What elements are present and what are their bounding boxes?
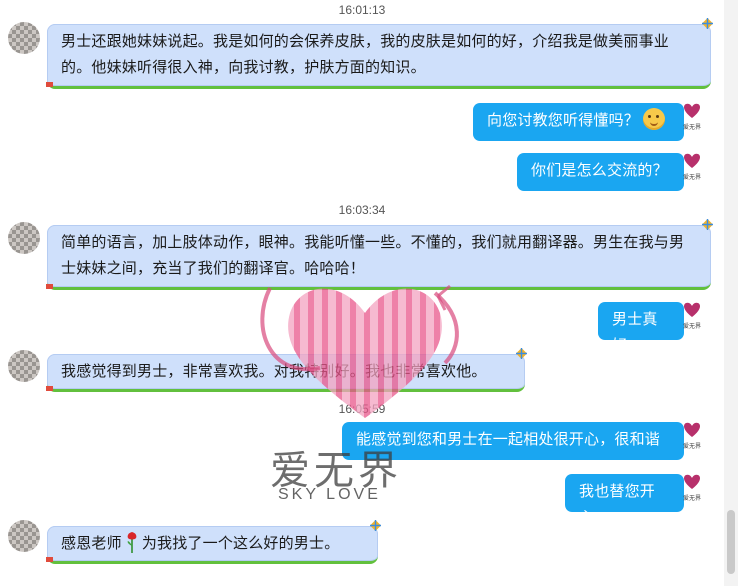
outgoing-message: 我也替您开心 xyxy=(565,474,684,526)
user-avatar[interactable]: 爱无界 xyxy=(680,102,704,132)
kite-icon xyxy=(702,219,713,230)
user-avatar[interactable]: 爱无界 xyxy=(680,473,704,503)
scrollbar-thumb[interactable] xyxy=(727,510,735,574)
incoming-message: 我感觉得到男士，非常喜欢我。对我特别好。我也非常喜欢他。 xyxy=(47,354,525,392)
vertical-scrollbar[interactable] xyxy=(724,0,738,586)
contact-avatar[interactable] xyxy=(8,520,40,552)
kite-icon xyxy=(516,348,527,359)
outgoing-message: 男士真好 xyxy=(598,302,684,354)
message-text: 我感觉得到男士，非常喜欢我。对我特别好。我也非常喜欢他。 xyxy=(61,362,487,380)
user-avatar[interactable]: 爱无界 xyxy=(680,301,704,331)
message-text: 简单的语言，加上肢体动作，眼神。我能听懂一些。不懂的，我们就用翻译器。男生在我与… xyxy=(61,233,685,277)
corner-mark xyxy=(46,284,53,289)
message-text: 为我找了一个这么好的男士。 xyxy=(141,534,340,552)
corner-mark xyxy=(46,82,53,87)
timestamp: 16:01:13 xyxy=(338,3,386,17)
contact-avatar[interactable] xyxy=(8,222,40,254)
timestamp: 16:03:34 xyxy=(338,203,386,217)
message-text: 感恩老师 xyxy=(61,534,122,552)
message-text: 男士还跟她妹妹说起。我是如何的会保养皮肤，我的皮肤是如何的好，介绍我是做美丽事业… xyxy=(61,32,670,76)
message-text: 男士真好 xyxy=(612,310,658,354)
chat-history: 16:01:13 男士还跟她妹妹说起。我是如何的会保养皮肤，我的皮肤是如何的好，… xyxy=(0,0,724,586)
svg-text:爱无界: 爱无界 xyxy=(683,173,701,181)
svg-text:爱无界: 爱无界 xyxy=(683,442,701,450)
kite-icon xyxy=(702,18,713,29)
svg-text:爱无界: 爱无界 xyxy=(683,494,701,502)
outgoing-message: 你们是怎么交流的？ xyxy=(517,153,684,191)
contact-avatar[interactable] xyxy=(8,22,40,54)
user-avatar[interactable]: 爱无界 xyxy=(680,152,704,182)
rose-icon xyxy=(127,532,137,553)
incoming-message: 男士还跟她妹妹说起。我是如何的会保养皮肤，我的皮肤是如何的好，介绍我是做美丽事业… xyxy=(47,24,711,89)
watermark-subtitle: SKY LOVE xyxy=(278,486,381,503)
timestamp: 16:05:59 xyxy=(338,402,386,416)
outgoing-message: 向您讨教您听得懂吗？ xyxy=(473,103,684,141)
message-text: 你们是怎么交流的？ xyxy=(531,161,668,179)
user-avatar[interactable]: 爱无界 xyxy=(680,421,704,451)
contact-avatar[interactable] xyxy=(8,350,40,382)
incoming-message: 感恩老师 为我找了一个这么好的男士。 xyxy=(47,526,378,564)
svg-text:爱无界: 爱无界 xyxy=(683,322,701,330)
thinking-emoji-icon xyxy=(643,108,666,130)
message-text: 向您讨教您听得懂吗？ xyxy=(487,111,640,129)
kite-icon xyxy=(370,520,381,531)
svg-text:爱无界: 爱无界 xyxy=(683,123,701,131)
corner-mark xyxy=(46,557,53,562)
corner-mark xyxy=(46,386,53,391)
message-text: 我也替您开心 xyxy=(579,482,656,526)
incoming-message: 简单的语言，加上肢体动作，眼神。我能听懂一些。不懂的，我们就用翻译器。男生在我与… xyxy=(47,225,711,290)
